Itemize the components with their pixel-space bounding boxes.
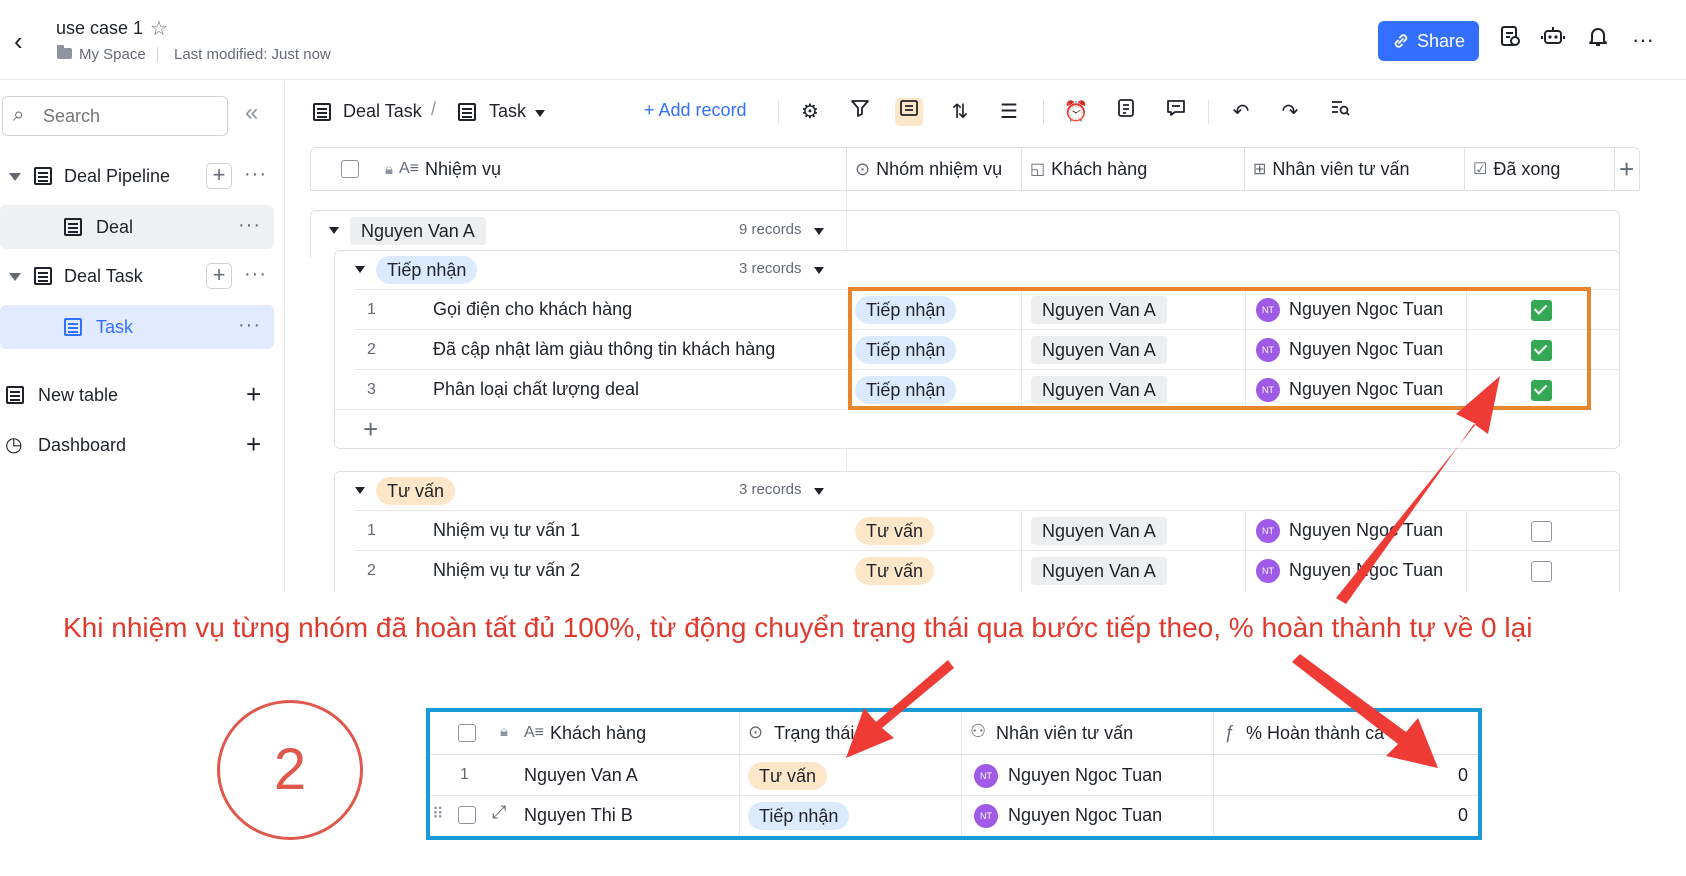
arrow-to-status: [846, 660, 954, 758]
arrow-to-percent: [1292, 654, 1438, 768]
arrow-to-checkboxes: [1336, 376, 1500, 604]
annotation-arrows: [846, 376, 1500, 768]
